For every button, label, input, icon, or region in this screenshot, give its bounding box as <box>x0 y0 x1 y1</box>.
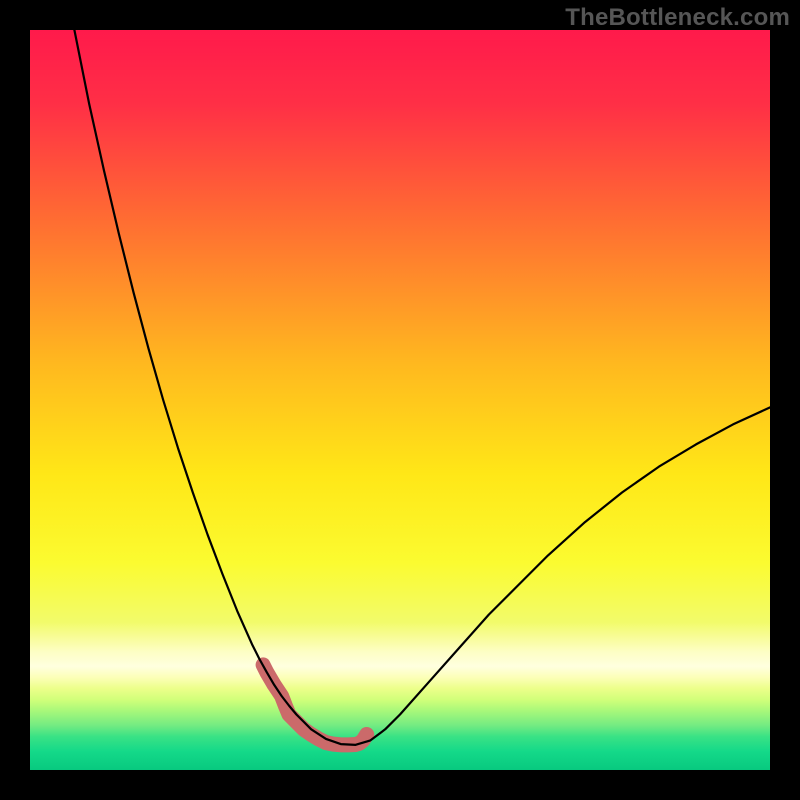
chart-plot-area <box>30 30 770 770</box>
chart-svg <box>30 30 770 770</box>
watermark-text: TheBottleneck.com <box>565 4 790 32</box>
gradient-background <box>30 30 770 770</box>
outer-frame: TheBottleneck.com <box>0 0 800 800</box>
